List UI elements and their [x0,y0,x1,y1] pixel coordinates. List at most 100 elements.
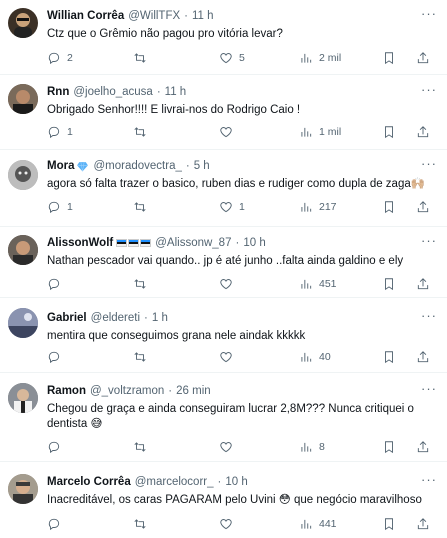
share-button[interactable] [416,517,430,531]
avatar[interactable] [8,235,38,265]
bookmark-button[interactable] [382,125,396,139]
retweet-button[interactable] [133,200,147,214]
share-button[interactable] [416,350,430,364]
tweet-actions: 1 1 mil [47,124,437,140]
more-icon[interactable]: ··· [421,234,437,247]
share-button[interactable] [416,440,430,454]
more-icon[interactable]: ··· [421,7,437,20]
tweet[interactable]: Ramon @_voltzramon · 26 min ··· Chegou d… [0,373,447,462]
reply-button[interactable] [47,517,61,531]
tweet[interactable]: AlissonWolf @Alissonw_87 · 10 h ··· Nath… [0,227,447,298]
like-button[interactable] [219,517,233,531]
more-icon[interactable]: ··· [421,473,437,486]
replies-feed: Willian Corrêa @WillTFX · 11 h ··· Ctz q… [0,0,447,538]
timestamp[interactable]: 11 h [165,86,187,98]
retweet-button[interactable] [133,440,147,454]
like-button[interactable] [219,440,233,454]
avatar[interactable] [8,8,38,38]
views-button[interactable]: 8 [299,440,325,454]
view-count: 441 [319,518,337,530]
timestamp[interactable]: 5 h [194,160,210,172]
share-icon [417,351,429,363]
reply-button[interactable]: 1 [47,200,73,214]
author-name[interactable]: Marcelo Corrêa [47,476,131,488]
tweet-header: Willian Corrêa @WillTFX · 11 h [47,8,437,24]
avatar[interactable] [8,84,38,114]
author-handle[interactable]: @WillTFX [128,10,180,22]
tweet-actions: 40 [47,349,437,365]
timestamp[interactable]: 10 h [225,476,247,488]
like-icon [220,442,232,453]
retweet-button[interactable] [133,277,147,291]
avatar[interactable] [8,160,38,190]
share-button[interactable] [416,125,430,139]
bookmark-button[interactable] [382,277,396,291]
tweet[interactable]: Mora @moradovectra_ · 5 h ··· agora só f… [0,150,447,227]
author-handle[interactable]: @eldereti [91,312,140,324]
share-button[interactable] [416,200,430,214]
bookmark-button[interactable] [382,51,396,65]
reply-button[interactable]: 2 [47,51,73,65]
reply-button[interactable] [47,350,61,364]
author-handle[interactable]: @marcelocorr_ [135,476,214,488]
more-icon[interactable]: ··· [421,382,437,395]
views-button[interactable]: 40 [299,350,331,364]
retweet-button[interactable] [133,350,147,364]
bookmark-button[interactable] [382,350,396,364]
like-icon [220,53,232,64]
author-name[interactable]: Ramon [47,385,86,397]
tweet-text: agora só falta trazer o basico, ruben di… [47,178,426,190]
tweet[interactable]: Marcelo Corrêa @marcelocorr_ · 10 h ··· … [0,462,447,538]
views-icon [301,519,312,529]
flag-emojis [116,239,152,247]
author-handle[interactable]: @_voltzramon [90,385,164,397]
retweet-button[interactable] [133,125,147,139]
like-button[interactable] [219,350,233,364]
tweet-header: Gabriel @eldereti · 1 h [47,310,437,326]
retweet-icon [134,442,146,452]
avatar[interactable] [8,474,38,504]
author-name[interactable]: Mora [47,160,74,172]
views-icon [301,442,312,452]
retweet-icon [134,202,146,212]
more-icon[interactable]: ··· [421,157,437,170]
views-button[interactable]: 1 mil [299,125,341,139]
more-icon[interactable]: ··· [421,309,437,322]
more-icon[interactable]: ··· [421,83,437,96]
avatar[interactable] [8,308,38,338]
retweet-button[interactable] [133,517,147,531]
timestamp[interactable]: 26 min [176,385,211,397]
reply-button[interactable]: 1 [47,125,73,139]
retweet-button[interactable] [133,51,147,65]
bookmark-button[interactable] [382,517,396,531]
tweet[interactable]: Gabriel @eldereti · 1 h ··· mentira que … [0,298,447,373]
views-button[interactable]: 2 mil [299,51,341,65]
like-button[interactable]: 5 [219,51,245,65]
author-name[interactable]: Gabriel [47,312,87,324]
views-button[interactable]: 217 [299,200,337,214]
timestamp[interactable]: 10 h [243,237,265,249]
like-button[interactable]: 1 [219,200,245,214]
timestamp[interactable]: 1 h [152,312,168,324]
author-handle[interactable]: @joelho_acusa [73,86,152,98]
author-name[interactable]: Rnn [47,86,69,98]
tweet[interactable]: Willian Corrêa @WillTFX · 11 h ··· Ctz q… [0,0,447,75]
like-button[interactable] [219,277,233,291]
author-handle[interactable]: @moradovectra_ [93,160,181,172]
bookmark-button[interactable] [382,440,396,454]
views-button[interactable]: 441 [299,517,337,531]
reply-button[interactable] [47,277,61,291]
share-button[interactable] [416,277,430,291]
avatar[interactable] [8,383,38,413]
author-handle[interactable]: @Alissonw_87 [155,237,231,249]
author-name[interactable]: AlissonWolf [47,237,113,249]
bookmark-button[interactable] [382,200,396,214]
views-button[interactable]: 451 [299,277,337,291]
timestamp[interactable]: 11 h [192,10,214,22]
tweet[interactable]: Rnn @joelho_acusa · 11 h ··· Obrigado Se… [0,75,447,150]
views-icon [301,352,312,362]
reply-button[interactable] [47,440,61,454]
author-name[interactable]: Willian Corrêa [47,10,124,22]
share-button[interactable] [416,51,430,65]
like-button[interactable] [219,125,233,139]
